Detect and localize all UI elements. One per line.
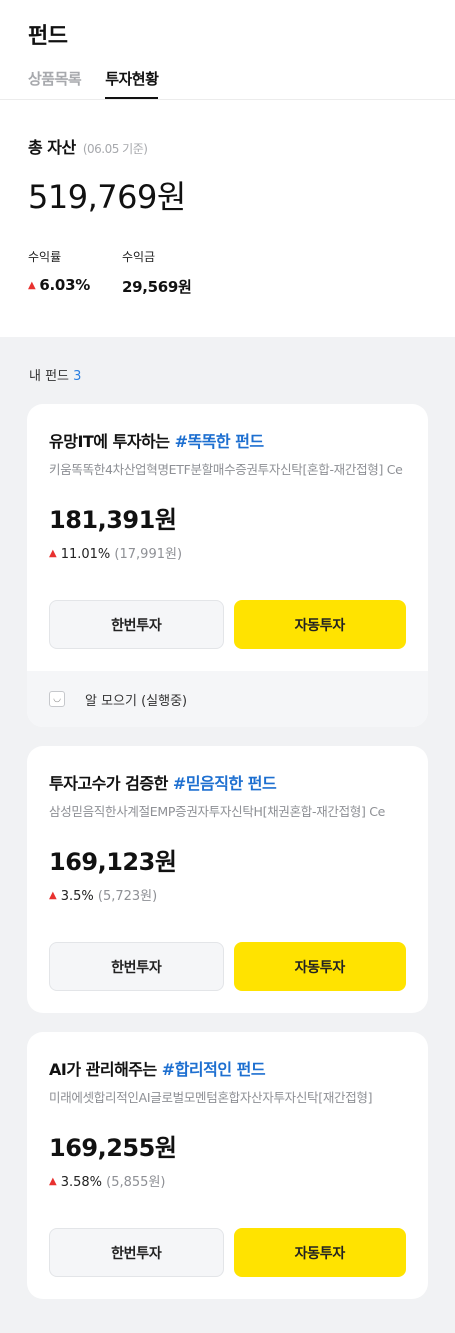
fund-title-highlight: #똑똑한 펀드 [174, 432, 265, 451]
profit-label: 수익금 [121, 250, 156, 264]
up-arrow-icon: ▲ [49, 1176, 57, 1187]
my-funds-count: 3 [73, 369, 82, 384]
return-rate: 수익률 ▲ 6.03% [28, 248, 90, 297]
total-asset-heading: 총 자산 (06.05 기준) [28, 134, 427, 158]
one-time-invest-button[interactable]: 한번투자 [49, 600, 224, 649]
up-arrow-icon: ▲ [28, 280, 36, 291]
fund-actions: 한번투자 자동투자 [49, 1228, 406, 1277]
auto-invest-button[interactable]: 자동투자 [233, 1228, 406, 1277]
fund-amount: 169,255원 [49, 1134, 177, 1162]
one-time-invest-button[interactable]: 한번투자 [49, 942, 224, 991]
fund-return-pct: 3.58% [60, 1175, 103, 1190]
fund-title-prefix: AI가 관리해주는 [49, 1060, 162, 1079]
fund-card[interactable]: AI가 관리해주는 #합리적인 펀드 미래에셋합리적인AI글로벌모멘텀혼합자산자… [27, 1032, 428, 1299]
page-title: 펀드 [28, 24, 68, 49]
total-asset-label: 총 자산 [28, 138, 76, 157]
fund-return-amount: (5,855원) [106, 1175, 166, 1190]
top-section: 펀드 상품목록 투자현황 총 자산 (06.05 기준) 519,769원 수익… [0, 0, 455, 337]
page-header: 펀드 [0, 0, 455, 58]
fund-return-pct: 11.01% [60, 547, 111, 562]
fund-card-body: AI가 관리해주는 #합리적인 펀드 미래에셋합리적인AI글로벌모멘텀혼합자산자… [27, 1032, 428, 1299]
tab-bar: 상품목록 투자현황 [0, 58, 455, 100]
fund-return: ▲ 11.01% (17,991원) [49, 543, 406, 562]
fund-title: 투자고수가 검증한 #믿음직한 펀드 [49, 770, 406, 794]
fund-card[interactable]: 유망IT에 투자하는 #똑똑한 펀드 키움똑똑한4차산업혁명ETF분할매수증권투… [27, 404, 428, 727]
auto-invest-button[interactable]: 자동투자 [233, 600, 406, 649]
fund-card[interactable]: 투자고수가 검증한 #믿음직한 펀드 삼성믿음직한사계절EMP증권자투자신탁H[… [27, 746, 428, 1013]
my-funds-heading: 내 펀드 3 [27, 365, 428, 384]
tab-product-list[interactable]: 상품목록 [28, 58, 82, 99]
fund-product-name: 삼성믿음직한사계절EMP증권자투자신탁H[채권혼합-재간접형] Ce [49, 804, 386, 819]
fund-amount: 181,391원 [49, 506, 177, 534]
fund-product-name: 키움똑똑한4차산업혁명ETF분할매수증권투자신탁[혼합-재간접형] Ce [49, 462, 403, 477]
tab-investment-status[interactable]: 투자현황 [105, 58, 159, 99]
profit: 수익금 29,569원 [122, 248, 192, 297]
my-funds-label: 내 펀드 [29, 369, 70, 384]
fund-actions: 한번투자 자동투자 [49, 600, 406, 649]
fund-title-prefix: 투자고수가 검증한 [49, 774, 173, 793]
fund-list-section: 내 펀드 3 유망IT에 투자하는 #똑똑한 펀드 키움똑똑한4차산업혁명ETF… [0, 337, 455, 1299]
return-rate-row: ▲ 6.03% [28, 276, 90, 294]
fund-return: ▲ 3.5% (5,723원) [49, 885, 406, 904]
fund-title-prefix: 유망IT에 투자하는 [49, 432, 175, 451]
one-time-invest-button[interactable]: 한번투자 [49, 1228, 224, 1277]
total-asset-amount: 519,769원 [28, 178, 186, 216]
fund-card-body: 유망IT에 투자하는 #똑똑한 펀드 키움똑똑한4차산업혁명ETF분할매수증권투… [27, 404, 428, 671]
fund-card-body: 투자고수가 검증한 #믿음직한 펀드 삼성믿음직한사계절EMP증권자투자신탁H[… [27, 746, 428, 1013]
fund-return: ▲ 3.58% (5,855원) [49, 1171, 406, 1190]
fund-return-pct: 3.5% [60, 889, 94, 904]
fund-return-amount: (5,723원) [97, 889, 158, 904]
fund-title-highlight: #믿음직한 펀드 [172, 774, 277, 793]
profit-value: 29,569원 [121, 278, 192, 296]
asset-date: (06.05 기준) [82, 142, 148, 156]
up-arrow-icon: ▲ [49, 890, 57, 901]
fund-title: AI가 관리해주는 #합리적인 펀드 [49, 1056, 406, 1080]
metrics: 수익률 ▲ 6.03% 수익금 29,569원 [28, 248, 427, 297]
fund-product-name: 미래에셋합리적인AI글로벌모멘텀혼합자산자투자신탁[재간접형] [49, 1090, 373, 1105]
smile-icon: ◡ [49, 691, 65, 707]
fund-return-amount: (17,991원) [114, 547, 183, 562]
savings-status-text: 알 모으기 (실행중) [85, 693, 188, 709]
fund-amount: 169,123원 [49, 848, 177, 876]
fund-title: 유망IT에 투자하는 #똑똑한 펀드 [49, 428, 406, 452]
fund-actions: 한번투자 자동투자 [49, 942, 406, 991]
asset-summary: 총 자산 (06.05 기준) 519,769원 수익률 ▲ 6.03% 수익금 … [0, 100, 455, 337]
auto-invest-button[interactable]: 자동투자 [233, 942, 406, 991]
savings-status-bar[interactable]: ◡ 알 모으기 (실행중) [27, 671, 428, 727]
up-arrow-icon: ▲ [49, 548, 57, 559]
return-rate-value: 6.03% [39, 276, 90, 294]
fund-title-highlight: #합리적인 펀드 [161, 1060, 266, 1079]
return-rate-label: 수익률 [28, 250, 62, 264]
